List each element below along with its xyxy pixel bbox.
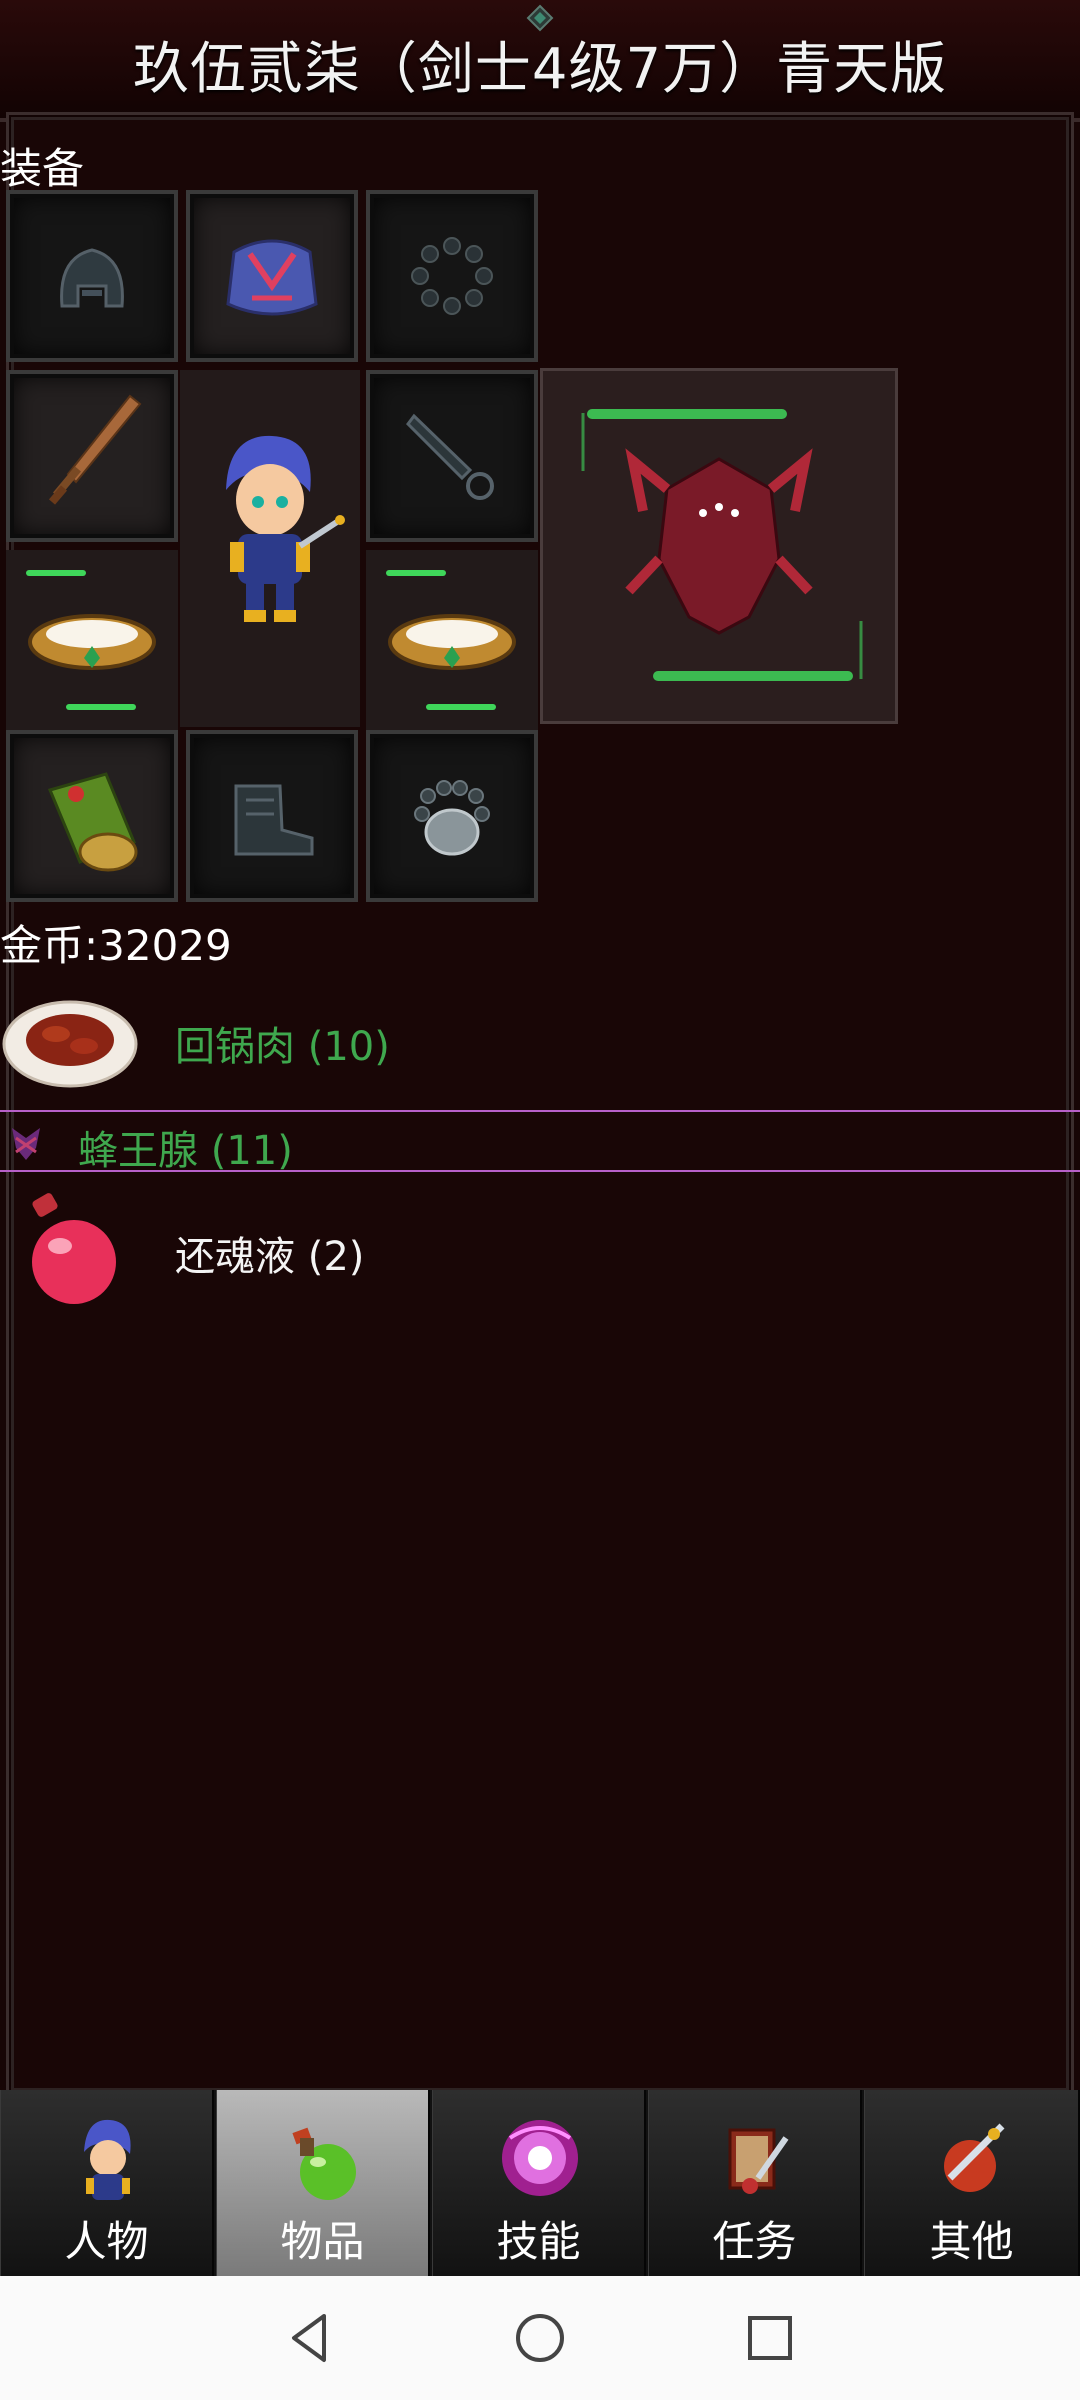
- ring-icon: [26, 570, 156, 710]
- character-avatar-icon: [226, 435, 345, 622]
- inventory-item[interactable]: 还魂液 (2): [0, 1186, 1080, 1310]
- page-title: 玖伍贰柒（剑士4级7万）青天版: [132, 37, 948, 102]
- item-name: 还魂液 (2): [175, 1234, 365, 1280]
- back-icon[interactable]: [280, 2308, 340, 2368]
- armor-icon: [226, 239, 318, 316]
- necklace-slot[interactable]: [366, 190, 538, 362]
- title-bar: 玖伍贰柒（剑士4级7万）青天版: [0, 0, 1080, 122]
- inventory-item[interactable]: 回锅肉 (10): [0, 986, 1080, 1096]
- braised-meat-icon: [2, 1000, 138, 1088]
- helmet-icon: [60, 248, 124, 308]
- item-name: 蜂王腺 (11): [78, 1128, 293, 1174]
- character-portrait: [180, 370, 360, 727]
- tab-items[interactable]: 物品: [216, 2090, 430, 2276]
- ring-left-slot[interactable]: [6, 550, 178, 730]
- tab-character[interactable]: 人物: [0, 2090, 214, 2276]
- armor-slot[interactable]: [186, 190, 358, 362]
- potion-icon: [32, 1193, 116, 1304]
- bracer-slot[interactable]: [6, 730, 178, 902]
- ring-right-slot[interactable]: [366, 550, 538, 730]
- weapon-slot[interactable]: [6, 370, 178, 542]
- equipment-label: 装备: [0, 144, 85, 193]
- inventory-item-selected[interactable]: 蜂王腺 (11): [0, 1110, 1080, 1174]
- boss-display[interactable]: [540, 368, 898, 724]
- quests-icon: [728, 2128, 789, 2194]
- bee-gland-icon: [12, 1128, 40, 1160]
- sword-icon: [48, 394, 142, 505]
- boots-icon: [234, 784, 314, 856]
- item-name: 回锅肉 (10): [175, 1024, 390, 1070]
- offhand-slot[interactable]: [366, 370, 538, 542]
- tab-label: 物品: [280, 2217, 365, 2266]
- tab-skills[interactable]: 技能: [432, 2090, 646, 2276]
- tab-label: 其他: [929, 2217, 1014, 2266]
- ring-icon: [386, 570, 516, 710]
- necklace-icon: [411, 237, 493, 315]
- boots-slot[interactable]: [186, 730, 358, 902]
- skills-icon: [502, 2120, 578, 2196]
- items-icon: [292, 2127, 356, 2200]
- tab-bar: 人物 物品 技能 任务 其他: [0, 2090, 1080, 2276]
- dagger-icon: [406, 413, 494, 500]
- home-icon[interactable]: [510, 2308, 570, 2368]
- gold-counter: 金币:32029: [0, 921, 232, 970]
- tab-quests[interactable]: 任务: [648, 2090, 862, 2276]
- helmet-slot[interactable]: [6, 190, 178, 362]
- bracer-icon: [47, 772, 138, 872]
- other-icon: [944, 2123, 1005, 2192]
- tab-label: 人物: [64, 2217, 149, 2266]
- boss-monster-icon: [581, 409, 863, 681]
- character-icon: [84, 2119, 131, 2200]
- tab-label: 任务: [712, 2217, 797, 2266]
- recents-icon[interactable]: [740, 2308, 800, 2368]
- tab-label: 技能: [496, 2217, 581, 2266]
- amulet-icon: [414, 780, 490, 856]
- tab-other[interactable]: 其他: [864, 2090, 1080, 2276]
- amulet-slot[interactable]: [366, 730, 538, 902]
- system-nav-bar: [0, 2276, 1080, 2400]
